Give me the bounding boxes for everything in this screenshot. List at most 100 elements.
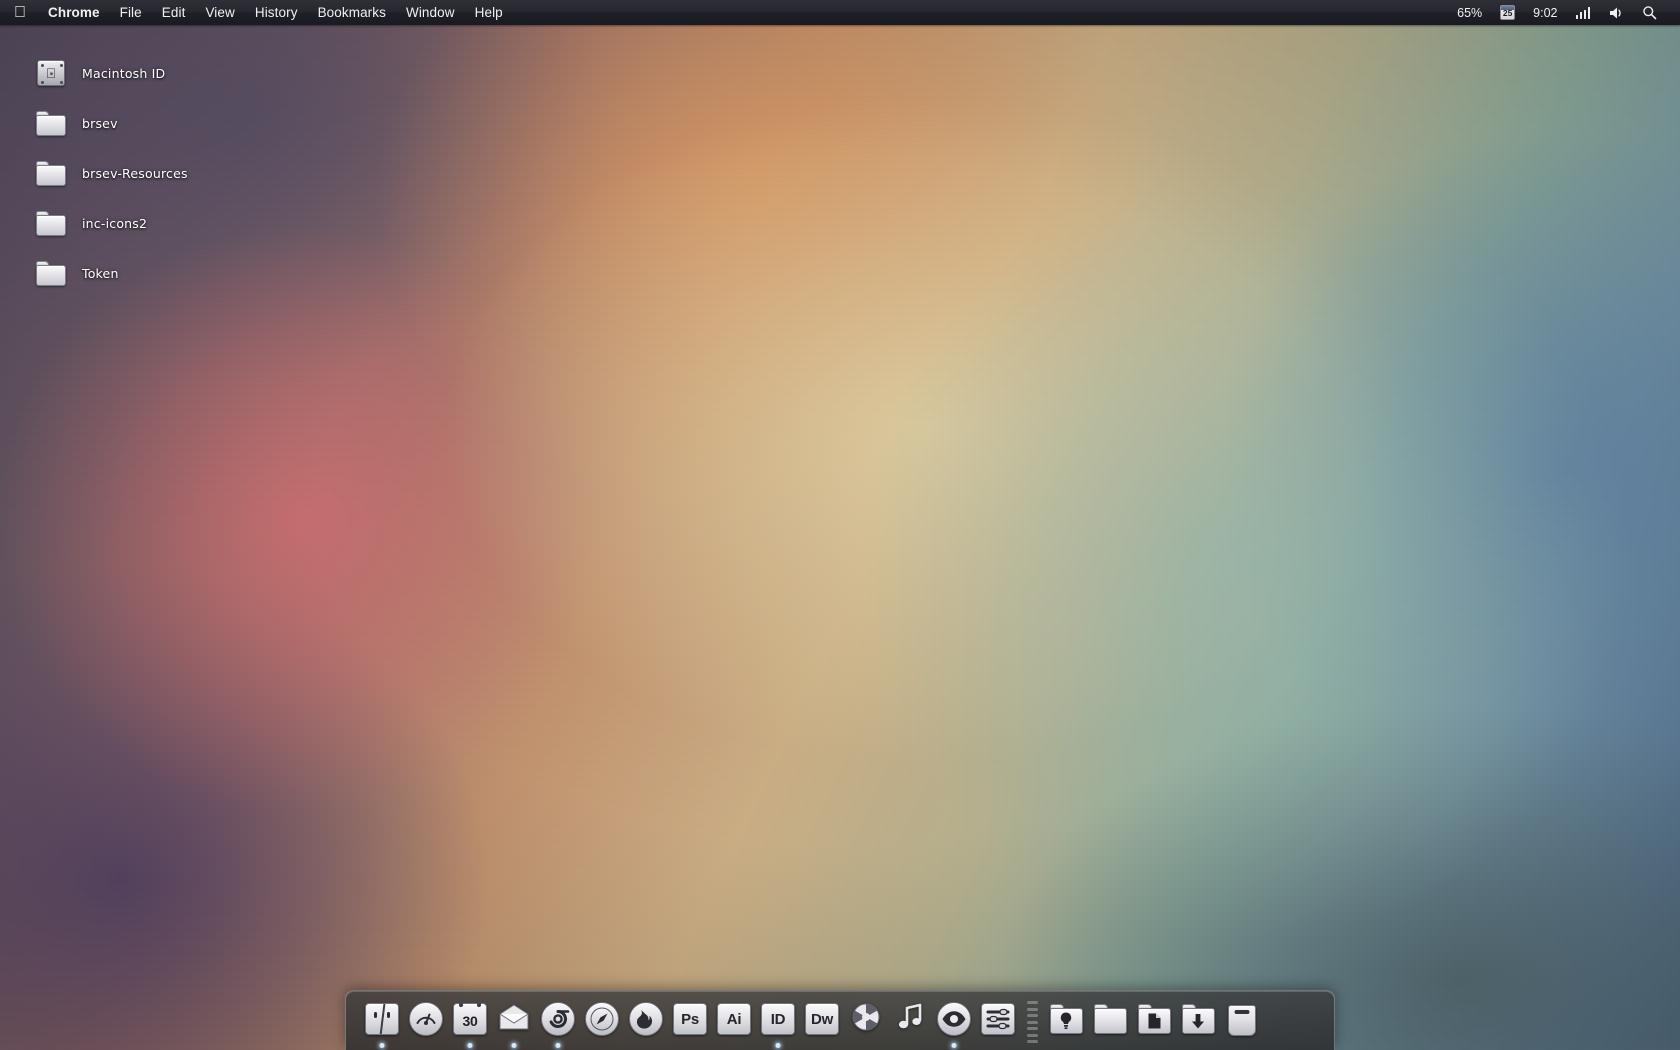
preview-icon <box>935 1000 973 1038</box>
menu-item-edit[interactable]: Edit <box>152 0 196 25</box>
folder-shape <box>1181 1004 1215 1034</box>
finder-eye-left <box>374 1012 377 1018</box>
desktop-icon-macintosh-id[interactable]:  Macintosh ID <box>34 48 188 98</box>
chrome-disc <box>541 1002 575 1036</box>
wifi-signal-icon[interactable] <box>1567 0 1600 25</box>
aperture-blades-glyph <box>852 1003 880 1031</box>
aperture-icon <box>849 1000 883 1034</box>
dock-item-mail[interactable] <box>492 1000 536 1050</box>
music-note-icon <box>893 1000 927 1034</box>
finder-eye-right <box>387 1012 390 1018</box>
dock-item-applications-folder[interactable] <box>1044 1000 1088 1050</box>
desktop-icon-label: Token <box>82 265 119 281</box>
folder-shape <box>36 261 66 286</box>
chrome-icon <box>539 1000 577 1038</box>
dock-separator <box>1022 1000 1042 1044</box>
running-indicator <box>467 1043 473 1048</box>
photoshop-icon: Ps <box>671 1000 709 1038</box>
dock-item-documents-folder[interactable] <box>1132 1000 1176 1050</box>
desktop-wallpaper <box>0 0 1680 1050</box>
dreamweaver-icon: Dw <box>803 1000 841 1038</box>
folder-body <box>36 115 66 136</box>
menu-item-view[interactable]: View <box>195 0 244 25</box>
search-glyph <box>1643 6 1657 20</box>
dock-item-indesign[interactable]: ID <box>756 1000 800 1050</box>
folder-shape <box>36 111 66 136</box>
gauge-glyph <box>416 1013 436 1025</box>
wifi-bars <box>1575 7 1590 19</box>
menu-bar-left:  Chrome File Edit View History Bookmark… <box>0 0 513 25</box>
menu-item-file[interactable]: File <box>110 0 152 25</box>
dock-item-photoshop[interactable]: Ps <box>668 1000 712 1050</box>
dock-item-illustrator[interactable]: Ai <box>712 1000 756 1050</box>
folder-shape <box>36 211 66 236</box>
trash-icon <box>1223 1000 1261 1038</box>
desktop-icon-brsev[interactable]: brsev <box>34 98 188 148</box>
applications-folder-icon <box>1047 1000 1085 1038</box>
music-note-glyph <box>898 1003 922 1029</box>
apple-logo-icon:  <box>46 66 57 80</box>
running-indicator <box>555 1043 561 1048</box>
dock-item-preview[interactable] <box>932 1000 976 1050</box>
menu-item-chrome[interactable]: Chrome <box>38 0 110 25</box>
calendar-day-number: 25 <box>1502 8 1513 18</box>
folder-icon <box>34 106 68 140</box>
dock-item-plain-folder[interactable] <box>1088 1000 1132 1050</box>
folder-icon <box>34 206 68 240</box>
running-indicator <box>951 1043 957 1048</box>
folder-body <box>1049 1008 1083 1034</box>
dock-item-calendar[interactable]: 30 <box>448 1000 492 1050</box>
menu-bar-status-area: 65% 25 9:02 <box>1448 0 1680 25</box>
folder-shape <box>1093 1004 1127 1034</box>
menu-bar-clock[interactable]: 9:02 <box>1524 0 1566 25</box>
finder-icon <box>363 1000 401 1038</box>
battery-percentage[interactable]: 65% <box>1448 0 1491 25</box>
folder-icon <box>34 156 68 190</box>
dreamweaver-tile: Dw <box>805 1003 839 1035</box>
dock-item-system-preferences[interactable] <box>976 1000 1020 1050</box>
apple-logo-icon[interactable]:  <box>0 0 38 25</box>
sliders-tile <box>981 1003 1015 1035</box>
dock-item-itunes[interactable] <box>888 1000 932 1050</box>
desktop-icon-label: Macintosh ID <box>82 65 166 81</box>
volume-icon[interactable] <box>1599 0 1633 25</box>
dock-item-safari[interactable] <box>580 1000 624 1050</box>
safari-icon <box>583 1000 621 1038</box>
gauge-icon <box>407 1000 445 1038</box>
dock-item-dreamweaver[interactable]: Dw <box>800 1000 844 1050</box>
folder-icon <box>1091 1000 1129 1038</box>
photoshop-tile: Ps <box>673 1003 707 1035</box>
illustrator-tile: Ai <box>717 1003 751 1035</box>
folder-body <box>1093 1008 1127 1034</box>
mail-icon <box>497 1000 531 1034</box>
dock-item-chrome[interactable] <box>536 1000 580 1050</box>
dock-item-trash[interactable] <box>1220 1000 1264 1050</box>
desktop-icon-inc-icons2[interactable]: inc-icons2 <box>34 198 188 248</box>
desktop-icon-token[interactable]: Token <box>34 248 188 298</box>
folder-body <box>36 215 66 236</box>
dock-item-dashboard[interactable] <box>404 1000 448 1050</box>
menu-item-help[interactable]: Help <box>465 0 513 25</box>
dock-item-aperture[interactable] <box>844 1000 888 1050</box>
menu-bar:  Chrome File Edit View History Bookmark… <box>0 0 1680 25</box>
dock-item-finder[interactable] <box>360 1000 404 1050</box>
desktop-icon-brsev-resources[interactable]: brsev-Resources <box>34 148 188 198</box>
envelope-glyph <box>499 1004 529 1030</box>
calendar-icon: 30 <box>451 1000 489 1038</box>
menu-item-window[interactable]: Window <box>396 0 465 25</box>
eye-glyph <box>942 1011 966 1027</box>
menu-item-history[interactable]: History <box>245 0 308 25</box>
finder-faces <box>365 1003 399 1035</box>
calendar-menu-icon[interactable]: 25 <box>1491 0 1524 25</box>
menu-item-bookmarks[interactable]: Bookmarks <box>308 0 396 25</box>
calendar-day-number: 30 <box>462 1012 478 1029</box>
running-indicator <box>775 1043 781 1048</box>
dock-item-downloads-folder[interactable] <box>1176 1000 1220 1050</box>
chrome-glyph <box>549 1009 570 1028</box>
spotlight-search-icon[interactable] <box>1633 0 1666 25</box>
calendar-peg-right <box>477 1001 481 1007</box>
sliders-glyph <box>986 1008 1010 1030</box>
trash-bin <box>1228 1005 1256 1036</box>
dock-item-firefox[interactable] <box>624 1000 668 1050</box>
eye-disc <box>937 1002 971 1036</box>
